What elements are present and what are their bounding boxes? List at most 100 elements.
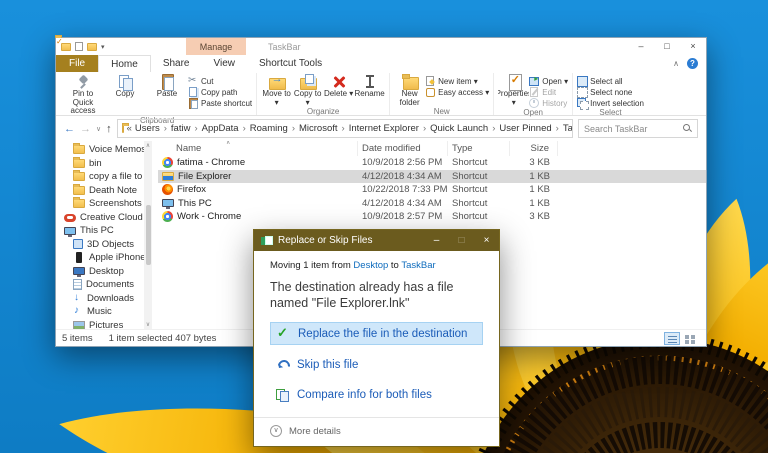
- dialog-close-button[interactable]: ×: [474, 230, 499, 251]
- minimize-button[interactable]: –: [628, 38, 654, 55]
- ribbon-button[interactable]: Delete ▾: [323, 74, 354, 107]
- column-header-modified[interactable]: Date modified: [358, 141, 448, 156]
- search-box[interactable]: [578, 119, 698, 138]
- scrollbar-thumb[interactable]: [146, 205, 151, 265]
- breadcrumb-item[interactable]: Roaming: [250, 123, 299, 134]
- tab-file[interactable]: File: [56, 55, 98, 72]
- dialog-option[interactable]: Skip this file: [270, 354, 483, 375]
- ribbon-button[interactable]: New folder: [394, 74, 425, 107]
- breadcrumb-item[interactable]: Internet Explorer: [349, 123, 430, 134]
- sidebar-item[interactable]: Desktop: [56, 265, 152, 279]
- ribbon-button[interactable]: Copy to ▾: [292, 74, 323, 107]
- dialog-option[interactable]: Replace the file in the destination: [270, 322, 483, 345]
- qat-new-folder-icon[interactable]: [87, 43, 97, 51]
- dialog-maximize-button: □: [449, 230, 474, 251]
- ribbon-button[interactable]: Pin to Quick access: [62, 74, 104, 116]
- more-details-toggle[interactable]: More details: [254, 417, 499, 446]
- sidebar-item[interactable]: Documents: [56, 278, 152, 292]
- collapse-ribbon-icon[interactable]: ∧: [673, 59, 679, 68]
- file-name: This PC: [178, 198, 212, 209]
- breadcrumb-item[interactable]: Users: [135, 123, 171, 134]
- breadcrumb-item[interactable]: User Pinned: [499, 123, 562, 134]
- qat-customize-icon[interactable]: ▾: [101, 43, 105, 51]
- ribbon-button-label: Rename: [355, 90, 385, 99]
- large-icons-view-button[interactable]: [682, 332, 698, 345]
- sidebar-item[interactable]: copy a file to m: [56, 170, 152, 184]
- close-button[interactable]: ×: [680, 38, 706, 55]
- sidebar-item[interactable]: Death Note: [56, 184, 152, 198]
- column-header-size[interactable]: Size: [510, 141, 558, 156]
- details-view-button[interactable]: [664, 332, 680, 345]
- sidebar-scrollbar[interactable]: ∧ ∨: [144, 141, 152, 329]
- sidebar-item[interactable]: Music: [56, 305, 152, 319]
- sidebar-item[interactable]: bin: [56, 157, 152, 171]
- moving-destination-link[interactable]: TaskBar: [401, 260, 435, 271]
- file-row[interactable]: Work - Chrome 10/9/2018 2:57 PM Shortcut…: [158, 210, 706, 224]
- help-icon[interactable]: ?: [687, 58, 698, 69]
- breadcrumb-item[interactable]: TaskBar: [563, 123, 573, 134]
- forward-icon[interactable]: →: [80, 123, 91, 135]
- sidebar-item[interactable]: Pictures: [56, 319, 152, 330]
- back-icon[interactable]: ←: [64, 123, 75, 135]
- search-input[interactable]: [584, 124, 683, 134]
- ribbon-button[interactable]: Rename: [354, 74, 385, 107]
- sidebar-item[interactable]: Apple iPhone: [56, 251, 152, 265]
- moving-source-link[interactable]: Desktop: [353, 260, 388, 271]
- ribbon-small-button[interactable]: Paste shortcut: [188, 98, 252, 108]
- file-row[interactable]: This PC 4/12/2018 4:34 AM Shortcut 1 KB: [158, 197, 706, 211]
- ribbon-small-button[interactable]: Edit: [529, 87, 568, 97]
- ribbon-small-button[interactable]: Select none: [577, 87, 644, 97]
- ribbon-button[interactable]: Copy: [104, 74, 146, 116]
- ribbon-button[interactable]: Move to ▾: [261, 74, 292, 107]
- ribbon-button[interactable]: Paste: [146, 74, 188, 116]
- breadcrumb[interactable]: « Users fatiw AppData Roaming Microsoft …: [117, 119, 573, 138]
- sidebar-item[interactable]: Voice Memos: [56, 143, 152, 157]
- tab-shortcut-tools[interactable]: Shortcut Tools: [247, 55, 334, 72]
- dialog-title-bar[interactable]: Replace or Skip Files – □ ×: [254, 230, 499, 251]
- ribbon-small-icon: [425, 87, 435, 97]
- breadcrumb-item[interactable]: Microsoft: [299, 123, 349, 134]
- ribbon-button[interactable]: Properties ▾: [498, 74, 529, 107]
- maximize-button[interactable]: □: [654, 38, 680, 55]
- ribbon-small-button[interactable]: Copy path: [188, 87, 252, 97]
- scroll-down-icon[interactable]: ∨: [146, 321, 150, 328]
- file-type: Shortcut: [448, 184, 510, 195]
- ribbon-small-button[interactable]: History: [529, 98, 568, 108]
- column-header-type[interactable]: Type: [448, 141, 510, 156]
- manage-contextual-tab[interactable]: Manage: [186, 38, 246, 55]
- breadcrumb-item[interactable]: AppData: [202, 123, 250, 134]
- ribbon-small-button[interactable]: Select all: [577, 76, 644, 86]
- ribbon-small-button[interactable]: New item ▾: [425, 76, 489, 86]
- recent-locations-icon[interactable]: ∨: [96, 125, 101, 133]
- up-icon[interactable]: ↑: [106, 123, 112, 135]
- sidebar-item[interactable]: Downloads: [56, 292, 152, 306]
- file-row[interactable]: File Explorer 4/12/2018 4:34 AM Shortcut…: [158, 170, 706, 184]
- title-bar[interactable]: ▾ Manage TaskBar – □ ×: [56, 38, 706, 55]
- scroll-up-icon[interactable]: ∧: [146, 142, 150, 149]
- sidebar-item[interactable]: Creative Cloud Fil: [56, 211, 152, 225]
- column-header-name[interactable]: Name: [158, 141, 358, 156]
- ribbon-small-button[interactable]: Invert selection: [577, 98, 644, 108]
- dialog-option[interactable]: Compare info for both files: [270, 384, 483, 405]
- sidebar-item-icon: [76, 252, 82, 263]
- tab-home[interactable]: Home: [98, 55, 151, 72]
- ribbon-button-label: Copy: [116, 90, 135, 99]
- ribbon-small-button[interactable]: Easy access ▾: [425, 87, 489, 97]
- dialog-minimize-button[interactable]: –: [424, 230, 449, 251]
- sidebar-item[interactable]: 3D Objects: [56, 238, 152, 252]
- ribbon-small-button[interactable]: Open ▾: [529, 76, 568, 86]
- breadcrumb-item-label: Microsoft: [299, 123, 338, 134]
- breadcrumb-item[interactable]: Quick Launch: [430, 123, 499, 134]
- ribbon-small-button[interactable]: Cut: [188, 76, 252, 86]
- ribbon-button-icon: [299, 74, 317, 90]
- file-row[interactable]: Firefox 10/22/2018 7:33 PM Shortcut 1 KB: [158, 183, 706, 197]
- file-row[interactable]: fatima - Chrome 10/9/2018 2:56 PM Shortc…: [158, 156, 706, 170]
- tab-view[interactable]: View: [202, 55, 248, 72]
- ribbon-group-select: Select all Select none Invert selection: [573, 73, 648, 115]
- qat-properties-icon[interactable]: [75, 42, 83, 51]
- sidebar-item[interactable]: Screenshots: [56, 197, 152, 211]
- search-icon[interactable]: [683, 124, 692, 133]
- sidebar-item[interactable]: This PC: [56, 224, 152, 238]
- tab-share[interactable]: Share: [151, 55, 202, 72]
- breadcrumb-item[interactable]: fatiw: [171, 123, 202, 134]
